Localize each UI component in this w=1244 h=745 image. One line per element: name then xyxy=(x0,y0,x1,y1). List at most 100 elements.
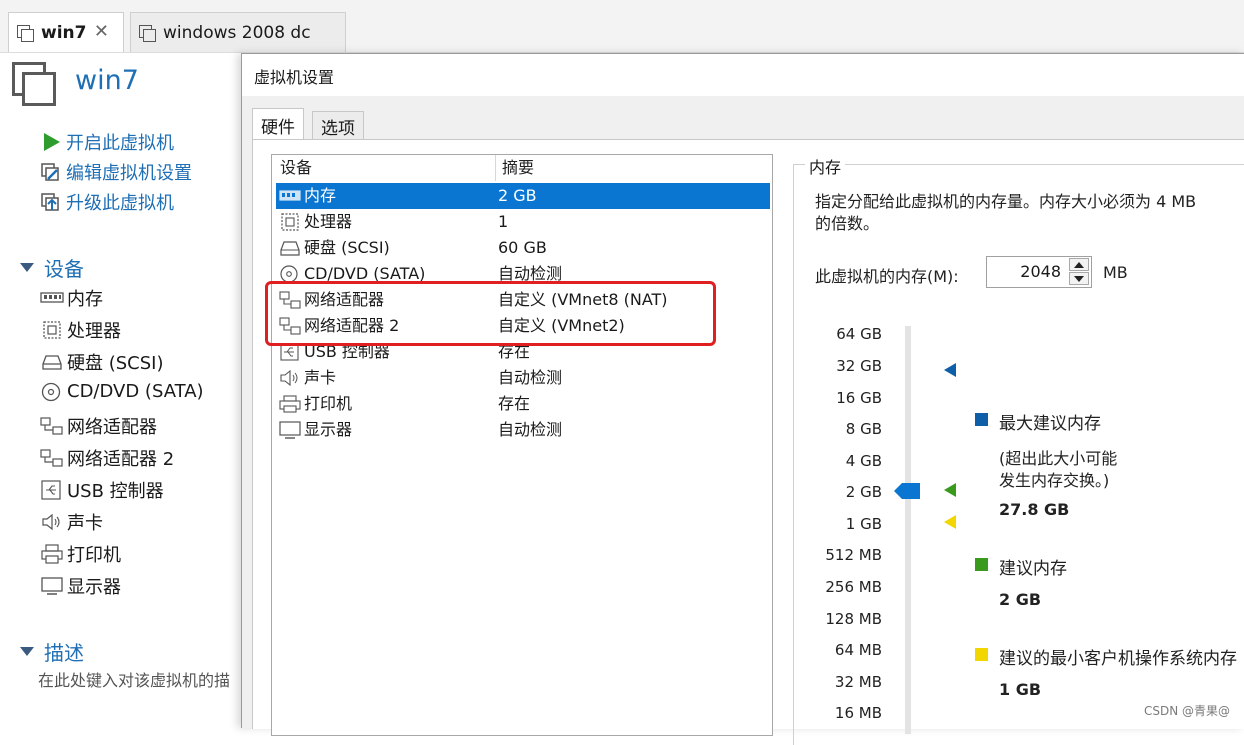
device-label: CD/DVD (SATA) xyxy=(67,381,204,402)
device-row-display[interactable]: 显示器 自动检测 xyxy=(276,417,770,443)
vm-title: win7 xyxy=(75,65,139,96)
scale-label: 32 MB xyxy=(834,673,882,691)
printer-icon xyxy=(279,395,301,413)
device-row-memory[interactable]: 内存 2 GB xyxy=(276,183,770,209)
device-name: 内存 xyxy=(304,186,337,205)
device-item-printer[interactable]: 打印机 xyxy=(40,541,121,567)
device-row-sound-card[interactable]: 声卡 自动检测 xyxy=(276,365,770,391)
dialog-title: 虚拟机设置 xyxy=(254,68,335,87)
dialog-title-bar[interactable]: 虚拟机设置 xyxy=(242,54,1244,96)
device-item-cd-dvd[interactable]: CD/DVD (SATA) xyxy=(40,381,204,402)
memory-slider-thumb[interactable] xyxy=(894,483,920,499)
device-name: 声卡 xyxy=(304,368,337,387)
upgrade-icon xyxy=(40,192,62,212)
device-list[interactable]: 设备 摘要 内存 2 GB 处理器 1 硬盘 (SCSI) 60 GB CD/D… xyxy=(271,154,773,736)
device-summary: 2 GB xyxy=(498,186,537,205)
device-label: 内存 xyxy=(67,289,103,310)
edit-vm-settings-link[interactable]: 编辑虚拟机设置 xyxy=(40,159,192,185)
device-item-harddisk[interactable]: 硬盘 (SCSI) xyxy=(40,349,164,375)
scale-label: 8 GB xyxy=(845,420,882,438)
device-row-processor[interactable]: 处理器 1 xyxy=(276,209,770,235)
device-label: 处理器 xyxy=(67,321,121,342)
device-name: 打印机 xyxy=(304,394,353,413)
legend-value-max: 27.8 GB xyxy=(999,500,1070,519)
tab-windows-2008-dc[interactable]: windows 2008 dc xyxy=(130,12,346,52)
tab-win7[interactable]: win7 ✕ xyxy=(8,12,124,52)
memory-group-label: 内存 xyxy=(805,154,846,178)
section-title: 设备 xyxy=(44,257,84,281)
memory-field-label: 此虚拟机的内存(M): xyxy=(815,267,959,286)
printer-icon xyxy=(40,544,64,564)
device-summary: 存在 xyxy=(498,394,531,413)
device-row-harddisk[interactable]: 硬盘 (SCSI) 60 GB xyxy=(276,235,770,261)
arrow-down-icon xyxy=(1074,276,1084,282)
device-item-usb-controller[interactable]: USB 控制器 xyxy=(40,477,164,503)
scale-label: 1 GB xyxy=(845,515,882,533)
watermark: CSDN @青果@ xyxy=(1143,704,1230,718)
device-summary: 自动检测 xyxy=(498,420,563,439)
memory-slider-track[interactable] xyxy=(905,326,911,734)
description-section-header[interactable]: 描述 xyxy=(20,637,84,666)
processor-icon xyxy=(40,320,64,340)
harddisk-icon xyxy=(40,352,64,372)
device-name: 硬盘 (SCSI) xyxy=(304,238,390,257)
scale-label: 16 GB xyxy=(836,389,882,407)
device-summary: 60 GB xyxy=(498,238,547,257)
processor-icon xyxy=(279,213,299,231)
device-item-network-adapter-2[interactable]: 网络适配器 2 xyxy=(40,445,174,471)
device-item-network-adapter[interactable]: 网络适配器 xyxy=(40,413,157,439)
network-adapter-icon xyxy=(40,416,64,436)
legend-note-max: (超出此大小可能 xyxy=(999,449,1118,468)
device-label: 声卡 xyxy=(67,513,103,534)
column-header-device[interactable]: 设备 xyxy=(280,155,312,181)
tab-options[interactable]: 选项 xyxy=(312,111,364,140)
device-item-display[interactable]: 显示器 xyxy=(40,573,121,599)
scale-label: 4 GB xyxy=(845,452,882,470)
vm-icon xyxy=(139,24,156,42)
column-header-summary[interactable]: 摘要 xyxy=(502,155,534,181)
scale-label: 2 GB xyxy=(845,483,882,501)
legend-value-recommended: 2 GB xyxy=(999,590,1042,609)
devices-section-header[interactable]: 设备 xyxy=(20,253,84,282)
device-label: 显示器 xyxy=(67,577,121,598)
legend-title-minimum: 建议的最小客户机操作系统内存 xyxy=(999,649,1237,669)
play-icon xyxy=(40,132,62,152)
device-label: 打印机 xyxy=(67,545,121,566)
legend-swatch-minimum xyxy=(975,648,988,661)
device-item-processor[interactable]: 处理器 xyxy=(40,317,121,343)
sound-icon xyxy=(279,369,299,387)
spin-up-button[interactable] xyxy=(1069,258,1089,271)
device-label: USB 控制器 xyxy=(67,481,164,502)
vm-large-icon xyxy=(12,62,58,108)
device-label: 网络适配器 xyxy=(67,417,157,438)
spin-down-button[interactable] xyxy=(1069,272,1089,285)
display-icon xyxy=(279,421,301,439)
memory-spinbox[interactable]: 2048 xyxy=(986,256,1092,288)
device-name: 显示器 xyxy=(304,420,353,439)
device-summary: 自动检测 xyxy=(498,368,563,387)
legend-swatch-recommended xyxy=(975,558,988,571)
max-recommended-marker xyxy=(944,363,956,377)
action-label: 编辑虚拟机设置 xyxy=(66,163,192,184)
tab-hardware[interactable]: 硬件 xyxy=(252,108,304,141)
legend-title-max: 最大建议内存 xyxy=(999,414,1101,434)
memory-value-input[interactable]: 2048 xyxy=(1020,262,1061,281)
device-item-memory[interactable]: 内存 xyxy=(40,285,103,311)
device-row-printer[interactable]: 打印机 存在 xyxy=(276,391,770,417)
edit-settings-icon xyxy=(40,162,62,182)
power-on-link[interactable]: 开启此虚拟机 xyxy=(40,129,174,155)
device-item-sound-card[interactable]: 声卡 xyxy=(40,509,103,535)
recommended-marker xyxy=(944,483,956,497)
description-input[interactable]: 在此处键入对该虚拟机的描 xyxy=(38,667,230,691)
close-icon[interactable]: ✕ xyxy=(94,21,109,42)
device-name: 处理器 xyxy=(304,212,353,231)
sound-icon xyxy=(40,512,64,532)
column-separator[interactable] xyxy=(495,155,496,181)
action-label: 升级此虚拟机 xyxy=(66,193,174,214)
memory-icon xyxy=(279,187,301,205)
vm-settings-dialog: 虚拟机设置 硬件 选项 设备 摘要 内存 2 GB 处理器 1 硬盘 (SCSI… xyxy=(241,53,1244,745)
collapse-triangle-icon xyxy=(20,263,34,272)
legend-note-max: 发生内存交换。) xyxy=(999,471,1110,490)
upgrade-vm-link[interactable]: 升级此虚拟机 xyxy=(40,189,174,215)
scale-label: 256 MB xyxy=(825,578,882,596)
